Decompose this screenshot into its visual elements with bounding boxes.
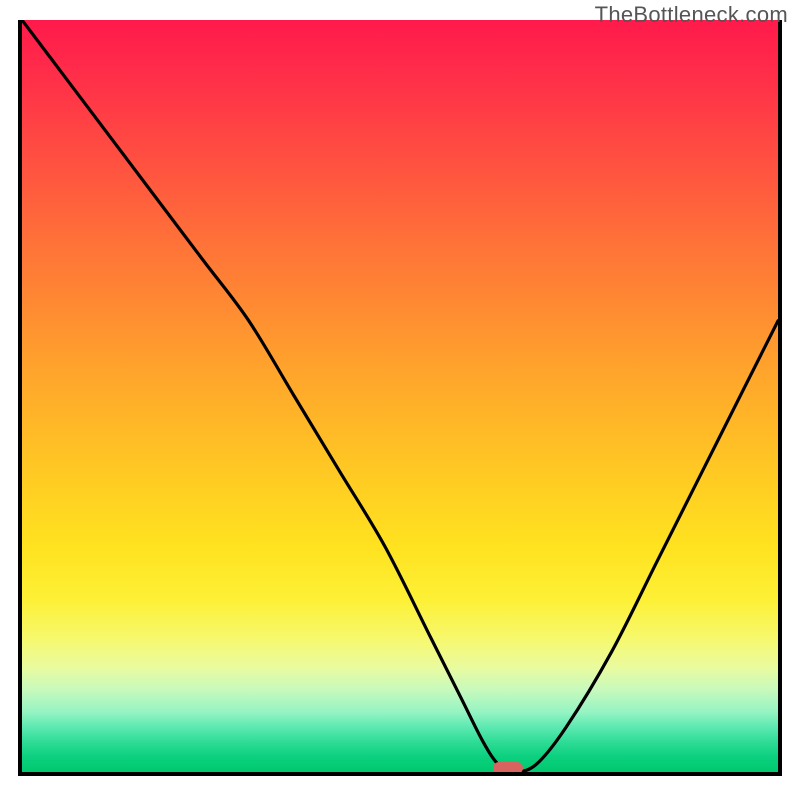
plot-frame [18,20,782,776]
optimal-point-marker [493,762,523,774]
chart-canvas: TheBottleneck.com [0,0,800,800]
bottleneck-curve [22,20,778,772]
watermark-text: TheBottleneck.com [595,2,788,28]
